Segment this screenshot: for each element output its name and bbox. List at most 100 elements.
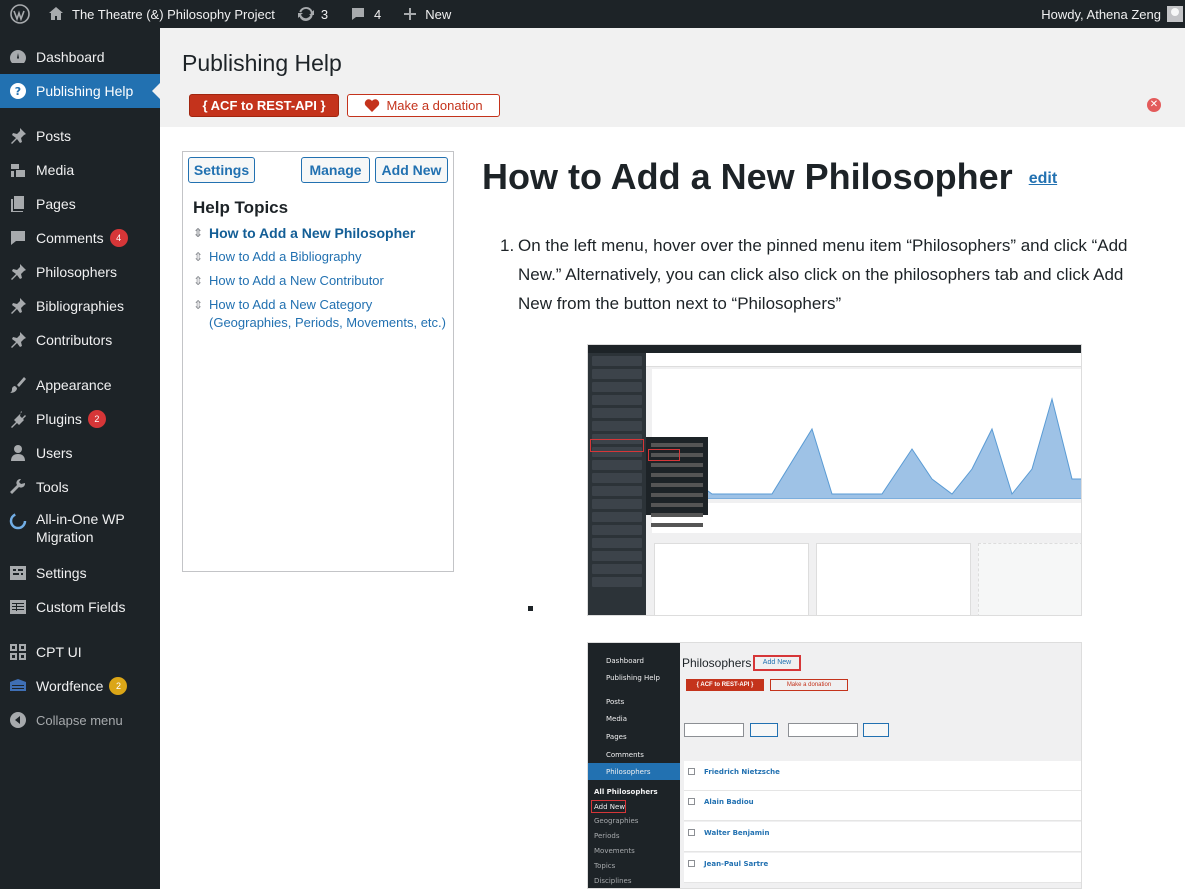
comments-link[interactable]: 4 [342, 0, 389, 28]
screenshot-philosophers-image: Dashboard Publishing Help Posts Media Pa… [587, 642, 1082, 889]
admin-bar: The Theatre (&) Philosophy Project 3 4 N… [0, 0, 1185, 28]
cptui-icon [9, 643, 27, 661]
collapse-menu-button[interactable]: Collapse menu [0, 703, 160, 737]
donate-button[interactable]: Make a donation [347, 94, 500, 117]
mini-add-new: Add New [753, 655, 801, 671]
step-text: On the left menu, hover over the pinned … [518, 236, 1128, 313]
drag-handle-icon[interactable]: ⇕ [193, 298, 205, 312]
edit-link[interactable]: edit [1029, 170, 1057, 187]
topic-label: How to Add a New Category (Geographies, … [209, 297, 446, 330]
sidebar-item-label: Dashboard [36, 49, 105, 65]
topic-add-philosopher[interactable]: ⇕ How to Add a New Philosopher [193, 224, 448, 242]
mini-menu-label: Dashboard [606, 657, 644, 665]
sidebar-item-label: Custom Fields [36, 599, 126, 615]
mini-menu-label: Media [606, 715, 628, 723]
wordfence-badge: 2 [109, 677, 128, 695]
pages-icon [9, 195, 27, 213]
dismiss-icon[interactable]: ✕ [1147, 98, 1161, 112]
add-new-button[interactable]: Add New [375, 157, 448, 183]
mini-menu-label: Movements [594, 847, 635, 855]
sidebar-item-publishing-help[interactable]: ? Publishing Help [0, 74, 160, 108]
sidebar-item-bibliographies[interactable]: Bibliographies [0, 289, 160, 323]
pin-icon [9, 127, 27, 145]
mini-menu-label: Topics [594, 862, 616, 870]
topic-add-bibliography[interactable]: ⇕ How to Add a Bibliography [193, 248, 448, 266]
updates-count: 3 [320, 6, 329, 22]
drag-handle-icon[interactable]: ⇕ [193, 274, 205, 288]
pin-icon [9, 331, 27, 349]
mini-acf: { ACF to REST-API } [686, 679, 764, 691]
collapse-icon [9, 711, 27, 729]
drag-handle-icon[interactable]: ⇕ [193, 226, 205, 240]
greeting: Howdy, Athena Zeng [1041, 6, 1161, 22]
sidebar-item-label: Collapse menu [36, 712, 123, 728]
comments-count: 4 [374, 6, 382, 22]
sidebar-item-pages[interactable]: Pages [0, 187, 160, 221]
sidebar-item-all-in-one-wp-migration[interactable]: All-in-One WP Migration [0, 504, 160, 556]
manage-button[interactable]: Manage [301, 157, 370, 183]
mini-menu-label: All Philosophers [594, 788, 658, 796]
updates-icon [297, 6, 314, 22]
sidebar-item-cpt-ui[interactable]: CPT UI [0, 635, 160, 669]
mini-menu-label: Pages [606, 733, 627, 741]
table-icon [9, 598, 27, 616]
mini-menu-label: Geographies [594, 817, 639, 825]
plugin-icon [9, 410, 27, 428]
donate-label: Make a donation [386, 98, 483, 113]
page-title: Publishing Help [182, 50, 342, 76]
list-bullet [528, 606, 533, 611]
sidebar-item-posts[interactable]: Posts [0, 119, 160, 153]
sidebar-item-label: Tools [36, 479, 69, 495]
new-content-link[interactable]: New [395, 0, 459, 28]
wordpress-logo-icon[interactable] [0, 0, 40, 28]
plugins-badge: 2 [87, 410, 106, 428]
sidebar-item-label: Pages [36, 196, 76, 212]
media-icon [9, 161, 27, 179]
sidebar-item-label: Settings [36, 565, 87, 581]
site-name-link[interactable]: The Theatre (&) Philosophy Project [40, 0, 283, 28]
topic-label: How to Add a Bibliography [209, 249, 362, 264]
users-icon [9, 444, 27, 462]
admin-sidebar: Dashboard ? Publishing Help Posts Media … [0, 28, 160, 889]
wordfence-icon [9, 677, 27, 695]
sidebar-item-appearance[interactable]: Appearance [0, 368, 160, 402]
dashboard-icon [9, 48, 27, 66]
article-title-text: How to Add a New Philosopher [482, 156, 1013, 197]
mini-row-title: Walter Benjamin [704, 829, 770, 837]
new-label: New [425, 6, 452, 22]
mini-donate: Make a donation [770, 679, 848, 691]
sidebar-item-tools[interactable]: Tools [0, 470, 160, 504]
topic-add-contributor[interactable]: ⇕ How to Add a New Contributor [193, 272, 448, 290]
settings-button[interactable]: Settings [188, 157, 255, 183]
topic-label: How to Add a New Contributor [209, 273, 384, 288]
sidebar-item-plugins[interactable]: Plugins 2 [0, 402, 160, 436]
settings-icon [9, 564, 27, 582]
my-account-link[interactable]: Howdy, Athena Zeng [1033, 0, 1185, 28]
sidebar-item-comments[interactable]: Comments 4 [0, 221, 160, 255]
sidebar-item-label: Media [36, 162, 75, 178]
sidebar-item-dashboard[interactable]: Dashboard [0, 40, 160, 74]
updates-link[interactable]: 3 [289, 0, 336, 28]
acf-rest-api-button[interactable]: { ACF to REST-API } [189, 94, 339, 117]
brush-icon [9, 376, 27, 394]
main-content: Publishing Help { ACF to REST-API } Make… [160, 28, 1185, 889]
help-icon: ? [9, 82, 27, 100]
sidebar-item-custom-fields[interactable]: Custom Fields [0, 590, 160, 624]
drag-handle-icon[interactable]: ⇕ [193, 250, 205, 264]
topic-add-category[interactable]: ⇕ How to Add a New Category (Geographies,… [193, 296, 448, 332]
sidebar-item-label: Philosophers [36, 264, 117, 280]
sidebar-item-media[interactable]: Media [0, 153, 160, 187]
migration-icon [9, 512, 27, 530]
sidebar-item-wordfence[interactable]: Wordfence 2 [0, 669, 160, 703]
sidebar-item-label: Plugins [36, 411, 82, 427]
mini-menu-label: Posts [606, 698, 625, 706]
sidebar-item-contributors[interactable]: Contributors [0, 323, 160, 357]
sidebar-item-settings[interactable]: Settings [0, 556, 160, 590]
sidebar-item-label: CPT UI [36, 644, 82, 660]
help-topics-heading: Help Topics [193, 198, 289, 217]
help-topics-list: ⇕ How to Add a New Philosopher ⇕ How to Ad… [193, 224, 448, 338]
sidebar-item-users[interactable]: Users [0, 436, 160, 470]
sidebar-item-philosophers[interactable]: Philosophers [0, 255, 160, 289]
pin-icon [9, 297, 27, 315]
sidebar-item-label: Wordfence [36, 678, 104, 694]
